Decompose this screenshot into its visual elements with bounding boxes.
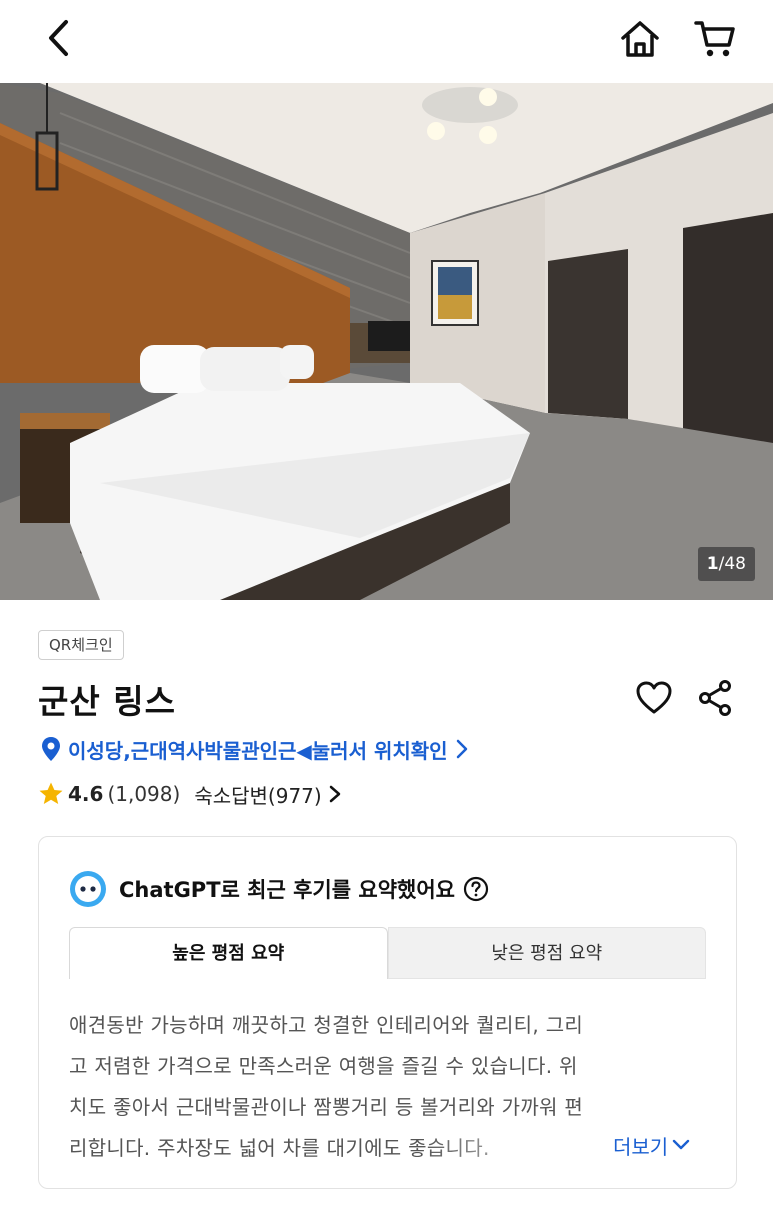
rating-row: 4.6 (1,098) 숙소답변(977): [38, 777, 342, 811]
share-icon: [699, 680, 731, 716]
qr-checkin-badge: QR체크인: [38, 630, 124, 660]
summary-tabs: 높은 평점 요약 낮은 평점 요약: [69, 927, 706, 979]
help-icon[interactable]: [463, 876, 489, 902]
cart-button[interactable]: [692, 16, 738, 62]
summary-line: 치도 좋아서 근대박물관이나 짬뽕거리 등 볼거리와 가까워 편: [69, 1095, 584, 1119]
top-bar: [0, 0, 773, 83]
show-more-label: 더보기: [613, 1134, 669, 1159]
review-summary-card: ChatGPT로 최근 후기를 요약했어요 높은 평점 요약 낮은 평점 요약 …: [38, 836, 737, 1189]
photo-counter: 1/48: [697, 547, 755, 581]
text-fade-overlay: [419, 1124, 599, 1165]
home-icon: [621, 21, 659, 57]
star-icon: [39, 782, 63, 804]
room-photo[interactable]: 1/48: [0, 83, 773, 600]
host-reply-link[interactable]: 숙소답변(977): [194, 780, 341, 809]
heart-icon: [636, 681, 672, 714]
show-more-button[interactable]: 더보기: [611, 1127, 691, 1163]
location-pin-icon: [42, 737, 60, 761]
tab-high-rating-summary[interactable]: 높은 평점 요약: [69, 927, 388, 979]
summary-title: ChatGPT로 최근 후기를 요약했어요: [119, 878, 455, 902]
share-button[interactable]: [696, 678, 736, 718]
summary-header: ChatGPT로 최근 후기를 요약했어요: [69, 869, 489, 909]
chevron-down-icon: [673, 1139, 690, 1150]
host-reply-text: 숙소답변(977): [194, 783, 322, 808]
chatbot-icon: [70, 871, 106, 907]
back-button[interactable]: [38, 16, 82, 60]
room-photo-illustration: [0, 83, 773, 600]
photo-total: /48: [718, 554, 746, 574]
favorite-button[interactable]: [634, 678, 674, 718]
chevron-right-icon: [456, 739, 467, 759]
chevron-right-icon: [329, 785, 340, 803]
summary-line: 고 저렴한 가격으로 만족스러운 여행을 즐길 수 있습니다. 위: [69, 1054, 578, 1078]
photo-current: 1: [706, 554, 719, 574]
property-name: 군산 링스: [38, 682, 176, 721]
rating-score: 4.6: [68, 782, 104, 806]
location-link[interactable]: 이성당,근대역사박물관인근◀눌러서 위치확인: [40, 732, 470, 766]
home-button[interactable]: [617, 16, 663, 62]
cart-icon: [694, 21, 735, 57]
summary-line: 애견동반 가능하며 깨끗하고 청결한 인테리어와 퀄리티, 그리: [69, 1013, 584, 1037]
location-text: 이성당,근대역사박물관인근◀눌러서 위치확인: [68, 738, 448, 763]
chevron-left-icon: [49, 20, 68, 56]
review-count: (1,098): [107, 782, 181, 806]
tab-low-rating-summary[interactable]: 낮은 평점 요약: [387, 927, 706, 979]
